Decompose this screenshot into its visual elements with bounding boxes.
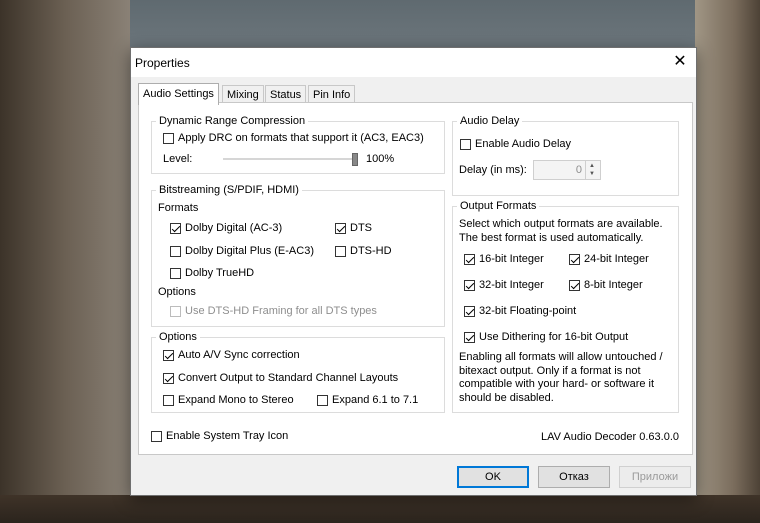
float32-label: 32-bit Floating-point bbox=[479, 305, 577, 317]
expand-mono-checkbox[interactable]: Expand Mono to Stereo bbox=[163, 394, 294, 406]
dolby-truehd-box[interactable] bbox=[170, 267, 181, 279]
dolby-truehd-checkbox[interactable]: Dolby TrueHD bbox=[170, 267, 254, 279]
chevron-down-icon[interactable]: ▼ bbox=[589, 170, 595, 178]
int16-label: 16-bit Integer bbox=[479, 253, 544, 265]
cancel-button[interactable]: Отказ bbox=[538, 466, 610, 488]
delay-spin-buttons: ▲ ▼ bbox=[585, 161, 600, 179]
expand-mono-box[interactable] bbox=[163, 394, 174, 406]
drc-group-title: Dynamic Range Compression bbox=[156, 115, 309, 127]
int24-checkbox[interactable]: 24-bit Integer bbox=[569, 253, 649, 265]
dts-label: DTS bbox=[350, 222, 372, 234]
drc-level-label: Level: bbox=[163, 153, 193, 165]
int32-label: 32-bit Integer bbox=[479, 279, 544, 291]
int16-box[interactable] bbox=[464, 253, 475, 265]
background-left bbox=[0, 0, 130, 523]
dts-hd-label: DTS-HD bbox=[350, 245, 392, 257]
audio-delay-group: Audio Delay bbox=[452, 115, 679, 196]
dts-hd-framing-box[interactable] bbox=[170, 305, 181, 317]
enable-audio-delay-label: Enable Audio Delay bbox=[475, 138, 572, 150]
version-label: LAV Audio Decoder 0.63.0.0 bbox=[541, 431, 680, 443]
drc-level-slider-track[interactable] bbox=[223, 158, 358, 160]
ok-button[interactable]: OK bbox=[457, 466, 529, 488]
dolby-digital-checkbox[interactable]: Dolby Digital (AC-3) bbox=[170, 222, 282, 234]
output-formats-group-title: Output Formats bbox=[457, 200, 540, 212]
output-formats-description: Select which output formats are availabl… bbox=[459, 218, 663, 244]
int24-label: 24-bit Integer bbox=[584, 253, 649, 265]
dolby-truehd-label: Dolby TrueHD bbox=[185, 267, 255, 279]
int32-checkbox[interactable]: 32-bit Integer bbox=[464, 279, 544, 291]
expand-61-checkbox[interactable]: Expand 6.1 to 7.1 bbox=[317, 394, 418, 406]
drc-level-value: 100% bbox=[366, 153, 395, 165]
int8-label: 8-bit Integer bbox=[584, 279, 643, 291]
dts-hd-checkbox[interactable]: DTS-HD bbox=[335, 245, 392, 257]
dithering-label: Use Dithering for 16-bit Output bbox=[479, 331, 629, 343]
auto-av-sync-box[interactable] bbox=[163, 349, 174, 361]
formats-label: Formats bbox=[158, 202, 199, 214]
window-title: Properties bbox=[135, 56, 190, 70]
int16-checkbox[interactable]: 16-bit Integer bbox=[464, 253, 544, 265]
expand-61-box[interactable] bbox=[317, 394, 328, 406]
dolby-digital-plus-box[interactable] bbox=[170, 245, 181, 257]
float32-checkbox[interactable]: 32-bit Floating-point bbox=[464, 305, 576, 317]
expand-61-label: Expand 6.1 to 7.1 bbox=[332, 394, 419, 406]
enable-audio-delay-checkbox[interactable]: Enable Audio Delay bbox=[460, 138, 571, 150]
convert-output-label: Convert Output to Standard Channel Layou… bbox=[178, 372, 399, 384]
int8-checkbox[interactable]: 8-bit Integer bbox=[569, 279, 643, 291]
system-tray-label: Enable System Tray Icon bbox=[166, 430, 289, 442]
dts-hd-framing-label: Use DTS-HD Framing for all DTS types bbox=[185, 305, 377, 317]
dithering-box[interactable] bbox=[464, 331, 475, 343]
output-formats-note: Enabling all formats will allow untouche… bbox=[459, 351, 663, 404]
dts-hd-box[interactable] bbox=[335, 245, 346, 257]
int8-box[interactable] bbox=[569, 279, 580, 291]
tab-audio-settings[interactable]: Audio Settings bbox=[138, 83, 219, 105]
close-icon: ✕ bbox=[673, 53, 687, 70]
delay-spinbox[interactable]: 0 ▲ ▼ bbox=[533, 160, 601, 180]
int32-box[interactable] bbox=[464, 279, 475, 291]
dts-box[interactable] bbox=[335, 222, 346, 234]
drc-level-slider-thumb[interactable] bbox=[352, 153, 358, 166]
options-group-title: Options bbox=[156, 331, 200, 343]
dts-hd-framing-checkbox[interactable]: Use DTS-HD Framing for all DTS types bbox=[170, 305, 377, 317]
audio-delay-group-title: Audio Delay bbox=[457, 115, 523, 127]
apply-drc-label: Apply DRC on formats that support it (AC… bbox=[178, 132, 424, 144]
dolby-digital-plus-label: Dolby Digital Plus (E-AC3) bbox=[185, 245, 314, 257]
system-tray-checkbox[interactable]: Enable System Tray Icon bbox=[151, 430, 288, 442]
dolby-digital-plus-checkbox[interactable]: Dolby Digital Plus (E-AC3) bbox=[170, 245, 314, 257]
close-button[interactable]: ✕ bbox=[668, 51, 692, 73]
dolby-digital-label: Dolby Digital (AC-3) bbox=[185, 222, 283, 234]
dts-checkbox[interactable]: DTS bbox=[335, 222, 372, 234]
apply-drc-checkbox[interactable]: Apply DRC on formats that support it (AC… bbox=[163, 132, 424, 144]
dithering-checkbox[interactable]: Use Dithering for 16-bit Output bbox=[464, 331, 628, 343]
background-right bbox=[695, 0, 760, 523]
enable-audio-delay-box[interactable] bbox=[460, 138, 471, 150]
auto-av-sync-label: Auto A/V Sync correction bbox=[178, 349, 300, 361]
bitstreaming-group-title: Bitstreaming (S/PDIF, HDMI) bbox=[156, 184, 302, 196]
apply-drc-box[interactable] bbox=[163, 132, 174, 144]
convert-output-box[interactable] bbox=[163, 372, 174, 384]
convert-output-checkbox[interactable]: Convert Output to Standard Channel Layou… bbox=[163, 372, 398, 384]
apply-button[interactable]: Приложи bbox=[619, 466, 691, 488]
auto-av-sync-checkbox[interactable]: Auto A/V Sync correction bbox=[163, 349, 300, 361]
system-tray-box[interactable] bbox=[151, 430, 162, 442]
background-bottom bbox=[0, 495, 760, 523]
dolby-digital-box[interactable] bbox=[170, 222, 181, 234]
int24-box[interactable] bbox=[569, 253, 580, 265]
bitstreaming-options-label: Options bbox=[158, 286, 196, 298]
title-bar[interactable]: Properties ✕ bbox=[131, 48, 696, 77]
delay-label: Delay (in ms): bbox=[459, 164, 527, 176]
float32-box[interactable] bbox=[464, 305, 475, 317]
expand-mono-label: Expand Mono to Stereo bbox=[178, 394, 294, 406]
delay-value: 0 bbox=[575, 164, 582, 176]
chevron-up-icon[interactable]: ▲ bbox=[589, 162, 595, 170]
drc-group: Dynamic Range Compression bbox=[151, 115, 445, 174]
